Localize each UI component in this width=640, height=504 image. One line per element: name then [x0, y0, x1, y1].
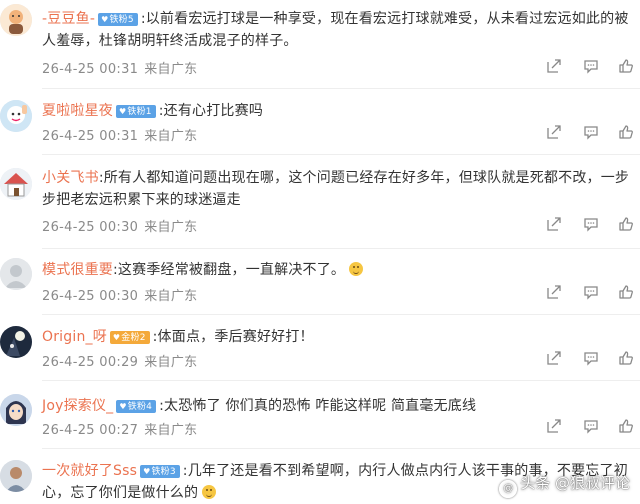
username-link[interactable]: Joy探索仪_	[42, 398, 113, 414]
comment-body: Joy探索仪_ ♥铁粉4:太恐怖了 你们真的恐怖 咋能这样呢 简直毫无底线	[42, 395, 634, 417]
comment-location: 来自广东	[144, 289, 198, 304]
comment-body: Origin_呀 ♥金粉2:体面点，季后赛好好打！	[42, 326, 634, 348]
comment-body: -豆豆鱼- ♥铁粉5:以前看宏远打球是一种享受，现在看宏远打球就难受，从未看过宏远…	[42, 8, 634, 52]
username-link[interactable]: Origin_呀	[42, 329, 107, 345]
comment-meta: 26-4-25 00:31 来自广东	[42, 58, 197, 77]
username-link[interactable]: -豆豆鱼-	[42, 11, 95, 27]
like-icon[interactable]	[618, 350, 634, 366]
fan-badge-label: 铁粉4	[127, 402, 153, 412]
username-link[interactable]: 模式很重要	[42, 262, 113, 278]
comment-meta: 26-4-25 00:29 来自广东	[42, 351, 197, 370]
comment-text: :这赛季经常被翻盘，一直解决不了。	[113, 262, 346, 278]
comment-timestamp: 26-4-25 00:30	[42, 220, 139, 235]
comment-timestamp: 26-4-25 00:29	[42, 355, 139, 370]
watermark-text: 头条 @狼叔评论	[520, 474, 630, 492]
fan-badge-heart-icon: ♥	[119, 107, 127, 116]
reply-icon[interactable]	[583, 58, 599, 74]
toutiao-logo-icon: @	[499, 480, 518, 498]
share-icon[interactable]	[546, 350, 562, 366]
comment-divider	[42, 448, 640, 449]
fan-badge: ♥铁粉5	[98, 13, 138, 26]
fan-badge-label: 金粉2	[121, 333, 146, 343]
username-link[interactable]: 夏啦啦星夜	[42, 103, 113, 119]
comment-text: :太恐怖了 你们真的恐怖 咋能这样呢 简直毫无底线	[159, 398, 477, 414]
comment-timestamp: 26-4-25 00:27	[42, 423, 139, 438]
comment-location: 来自广东	[144, 355, 198, 370]
avatar-default-icon[interactable]	[0, 258, 32, 290]
comment-actions	[546, 418, 636, 436]
avatar-moon-icon[interactable]	[0, 326, 32, 358]
comment-location: 来自广东	[144, 62, 198, 77]
comment-actions	[546, 350, 636, 368]
reply-icon[interactable]	[583, 418, 599, 434]
fan-badge: ♥铁粉4	[116, 400, 157, 413]
avatar-gesture-icon[interactable]	[0, 100, 32, 132]
fan-badge-label: 铁粉1	[127, 107, 152, 117]
emoji-icon	[349, 262, 364, 276]
like-icon[interactable]	[618, 284, 634, 300]
reply-icon[interactable]	[583, 216, 599, 232]
reply-icon[interactable]	[583, 124, 599, 140]
share-icon[interactable]	[546, 216, 562, 232]
comment-timestamp: 26-4-25 00:31	[42, 129, 139, 144]
comment-actions	[546, 216, 636, 234]
comment-meta: 26-4-25 00:30 来自广东	[42, 285, 197, 304]
comment-actions	[546, 124, 636, 142]
comment-location: 来自广东	[144, 423, 198, 438]
like-icon[interactable]	[618, 58, 634, 74]
comment-actions	[546, 284, 636, 302]
share-icon[interactable]	[546, 284, 562, 300]
like-icon[interactable]	[618, 418, 634, 434]
fan-badge-heart-icon: ♥	[143, 467, 151, 476]
like-icon[interactable]	[618, 216, 634, 232]
avatar-person-icon[interactable]	[0, 460, 32, 492]
comment-meta: 26-4-25 00:30 来自广东	[42, 216, 197, 235]
fan-badge-label: 铁粉3	[151, 467, 176, 477]
fan-badge-label: 铁粉5	[109, 15, 134, 25]
comment-location: 来自广东	[144, 220, 198, 235]
reply-icon[interactable]	[583, 284, 599, 300]
comment-divider	[42, 380, 640, 381]
fan-badge: ♥铁粉1	[116, 105, 156, 118]
comment-location: 来自广东	[144, 129, 198, 144]
username-link[interactable]: 小关飞书	[42, 170, 99, 186]
fan-badge-heart-icon: ♥	[119, 402, 127, 411]
avatar-cartoon-icon[interactable]	[0, 4, 32, 36]
comment-actions	[546, 58, 636, 76]
avatar-anime-icon[interactable]	[0, 394, 32, 426]
comment-body: 小关飞书:所有人都知道问题出现在哪，这个问题已经存在好多年，但球队就是死都不改，…	[42, 167, 634, 211]
comment-text: :还有心打比赛吗	[158, 103, 264, 119]
comment-divider	[42, 154, 640, 155]
comment-body: 模式很重要:这赛季经常被翻盘，一直解决不了。	[42, 259, 634, 281]
comment-timestamp: 26-4-25 00:30	[42, 289, 139, 304]
avatar-house-icon[interactable]	[0, 168, 32, 200]
comment-divider	[42, 88, 640, 89]
username-link[interactable]: 一次就好了Sss	[42, 463, 137, 479]
comment-text: :所有人都知道问题出现在哪，这个问题已经存在好多年，但球队就是死都不改，一步步把…	[42, 170, 630, 208]
fan-badge: ♥金粉2	[109, 331, 150, 344]
share-icon[interactable]	[546, 124, 562, 140]
watermark: @ 头条 @狼叔评论	[499, 472, 630, 498]
comment-body: 夏啦啦星夜 ♥铁粉1:还有心打比赛吗	[42, 100, 634, 122]
like-icon[interactable]	[618, 124, 634, 140]
comment-divider	[42, 248, 640, 249]
share-icon[interactable]	[546, 58, 562, 74]
comment-meta: 26-4-25 00:27 来自广东	[42, 419, 197, 438]
fan-badge-heart-icon: ♥	[101, 15, 109, 24]
fan-badge-heart-icon: ♥	[112, 333, 121, 342]
comment-timestamp: 26-4-25 00:31	[42, 62, 139, 77]
emoji-icon	[202, 485, 217, 499]
comment-meta: 26-4-25 00:31 来自广东	[42, 125, 197, 144]
reply-icon[interactable]	[583, 350, 599, 366]
comment-text: :体面点，季后赛好好打！	[152, 329, 314, 345]
share-icon[interactable]	[546, 418, 562, 434]
comment-divider	[42, 314, 640, 315]
fan-badge: ♥铁粉3	[140, 465, 180, 478]
